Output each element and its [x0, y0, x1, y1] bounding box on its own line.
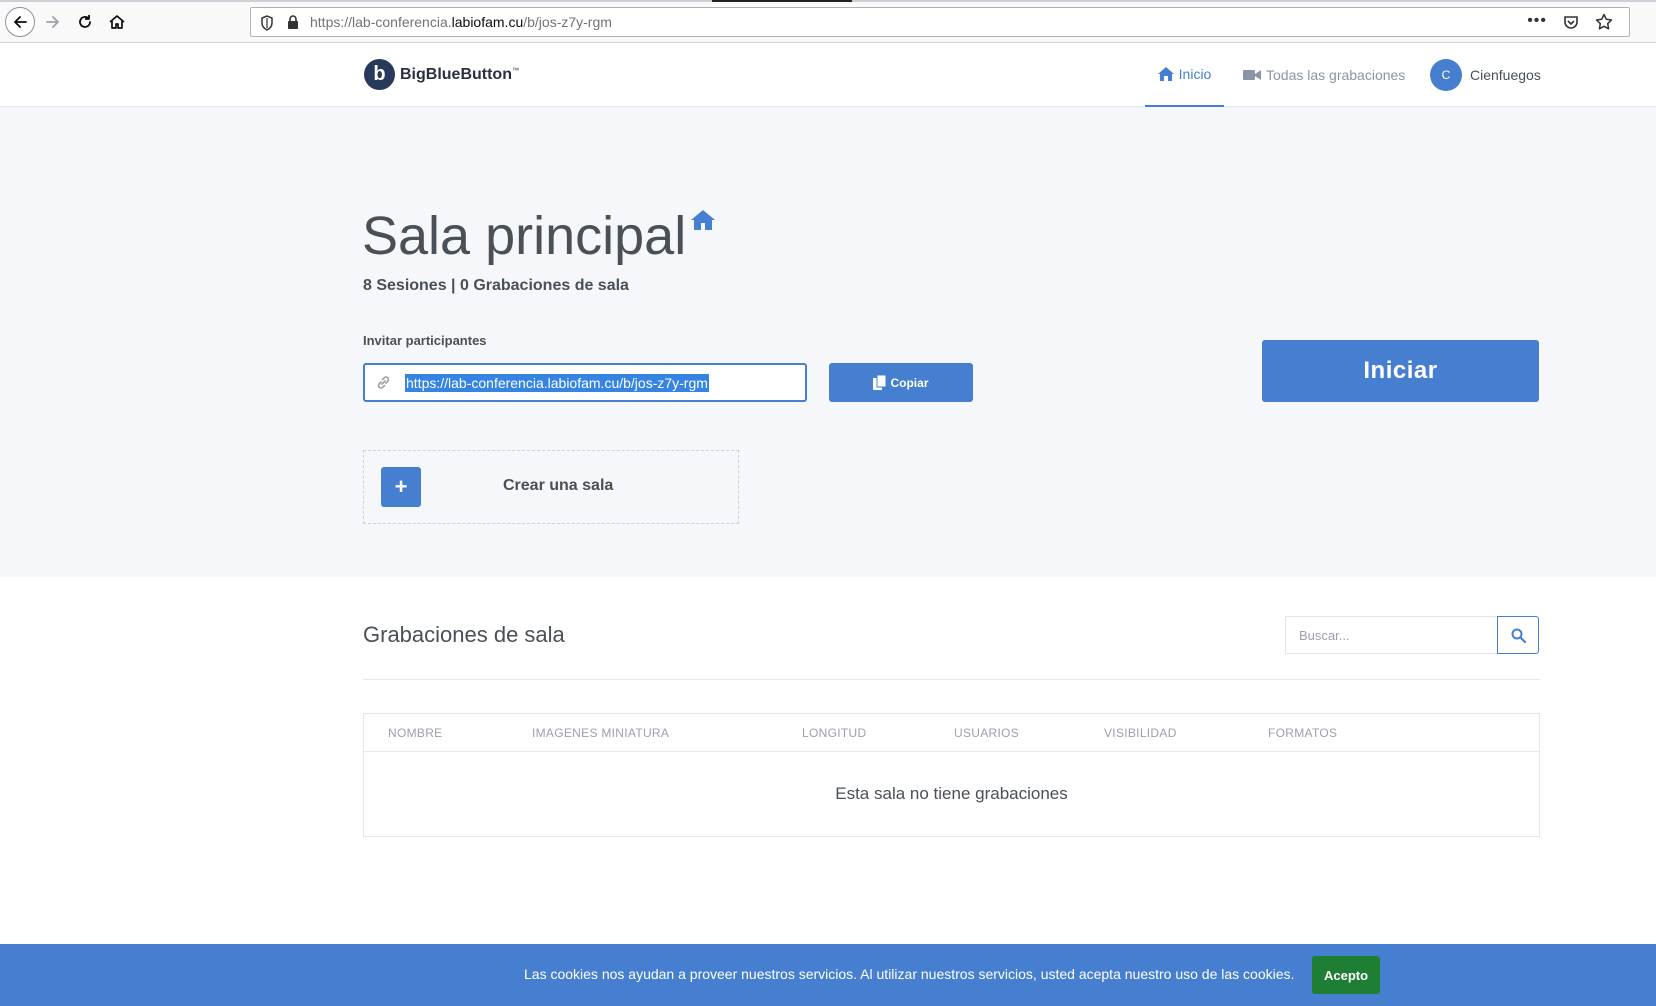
home-icon: [1157, 67, 1174, 81]
search-input[interactable]: Buscar...: [1285, 616, 1497, 654]
column-header-usuarios[interactable]: USUARIOS: [954, 726, 1019, 740]
room-stats: 8 Sesiones | 0 Grabaciones de sala: [363, 277, 629, 294]
copy-button-label: Copiar: [890, 375, 929, 390]
create-room-label: Crear una sala: [503, 477, 614, 494]
copy-button[interactable]: Copiar: [829, 363, 973, 402]
table-header: NOMBRE IMAGENES MINIATURA LONGITUD USUAR…: [364, 714, 1539, 752]
link-icon: [377, 376, 390, 389]
reload-icon: [79, 15, 91, 28]
logo-text: BigBlueButton™: [400, 66, 519, 84]
nav-todas-grabaciones[interactable]: Todas las grabaciones: [1243, 43, 1405, 107]
home-room-icon: [691, 210, 715, 230]
video-camera-icon: [1243, 70, 1261, 80]
avatar: C: [1430, 59, 1462, 91]
logo-mark: b: [364, 59, 395, 90]
url-prefix: https://lab-conferencia.: [310, 14, 452, 30]
home-icon: [109, 15, 125, 29]
room-hero: Sala principal 8 Sesiones | 0 Grabacione…: [0, 107, 1656, 577]
invite-label: Invitar participantes: [363, 333, 487, 348]
page-title: Sala principal: [362, 206, 687, 266]
url-text[interactable]: https://lab-conferencia.labiofam.cu/b/jo…: [310, 14, 612, 30]
lock-icon[interactable]: [287, 15, 299, 30]
browser-toolbar: https://lab-conferencia.labiofam.cu/b/jo…: [0, 0, 1656, 43]
cookie-message: Las cookies nos ayudan a proveer nuestro…: [524, 966, 1295, 982]
shield-icon[interactable]: [260, 15, 274, 31]
column-header-imagenes[interactable]: IMAGENES MINIATURA: [532, 726, 669, 740]
logo-text-label: BigBlueButton: [400, 65, 512, 83]
tab-strip: [0, 0, 1656, 2]
user-menu[interactable]: C Cienfuegos: [1430, 59, 1541, 91]
page-actions-button[interactable]: •••: [1527, 12, 1547, 30]
back-button[interactable]: [5, 7, 35, 37]
pocket-icon[interactable]: [1563, 14, 1579, 30]
section-divider: [363, 679, 1540, 680]
bigbluebutton-logo[interactable]: b BigBlueButton™: [364, 59, 519, 90]
recordings-table: NOMBRE IMAGENES MINIATURA LONGITUD USUAR…: [363, 713, 1540, 837]
column-header-visibilidad[interactable]: VISIBILIDAD: [1104, 726, 1177, 740]
home-button[interactable]: [102, 7, 132, 37]
search-icon: [1511, 628, 1526, 643]
nav-inicio[interactable]: Inicio: [1145, 43, 1224, 107]
arrow-right-icon: [46, 16, 59, 28]
address-bar[interactable]: https://lab-conferencia.labiofam.cu/b/jo…: [250, 7, 1630, 37]
invite-url-field[interactable]: https://lab-conferencia.labiofam.cu/b/jo…: [363, 363, 807, 402]
forward-button[interactable]: [38, 7, 68, 37]
column-header-longitud[interactable]: LONGITUD: [802, 726, 866, 740]
accept-cookies-button[interactable]: Acepto: [1312, 956, 1380, 994]
search-button[interactable]: [1497, 616, 1539, 654]
invite-url-selected-text: https://lab-conferencia.labiofam.cu/b/jo…: [405, 374, 709, 392]
column-header-formatos[interactable]: FORMATOS: [1268, 726, 1337, 740]
reload-button[interactable]: [70, 7, 100, 37]
site-header: b BigBlueButton™ Inicio Todas las grabac…: [0, 43, 1656, 107]
empty-recordings-message: Esta sala no tiene grabaciones: [835, 784, 1068, 803]
arrow-left-icon: [14, 16, 27, 28]
create-room-card[interactable]: + Crear una sala: [363, 450, 739, 524]
nav-grabaciones-label: Todas las grabaciones: [1266, 67, 1406, 83]
url-path: /b/jos-z7y-rgm: [523, 14, 612, 30]
nav-inicio-label: Inicio: [1178, 66, 1212, 82]
copy-icon: [873, 374, 887, 390]
url-domain: labiofam.cu: [451, 14, 524, 30]
trademark-mark: ™: [511, 67, 519, 75]
recordings-title: Grabaciones de sala: [363, 622, 565, 647]
user-name: Cienfuegos: [1470, 67, 1541, 83]
column-header-nombre[interactable]: NOMBRE: [388, 726, 442, 740]
bookmark-star-icon[interactable]: [1595, 13, 1613, 31]
cookie-banner: Las cookies nos ayudan a proveer nuestro…: [0, 944, 1656, 1006]
plus-icon[interactable]: +: [381, 467, 421, 507]
start-meeting-button[interactable]: Iniciar: [1262, 340, 1539, 402]
